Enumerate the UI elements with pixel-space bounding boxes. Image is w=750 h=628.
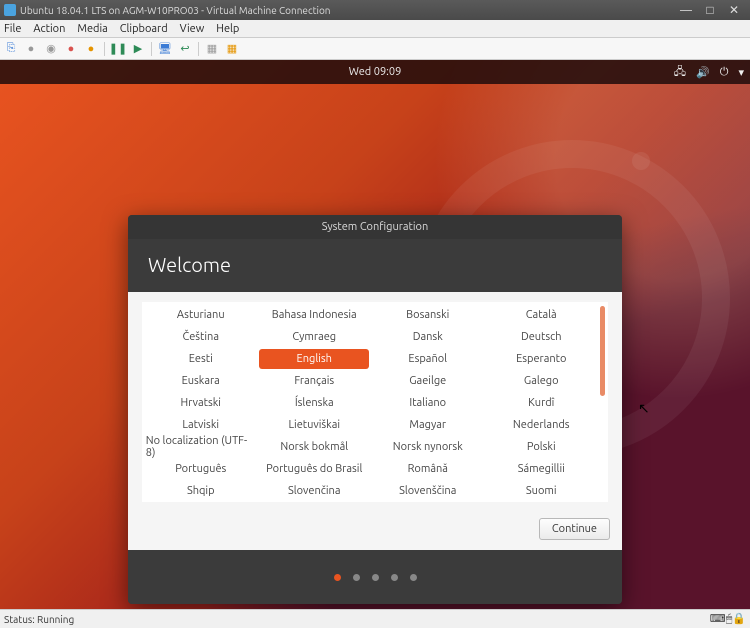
ctrl-alt-del-icon[interactable]: ⎘ bbox=[4, 42, 18, 56]
language-option[interactable]: Asturianu bbox=[146, 305, 256, 325]
language-option[interactable]: Català bbox=[486, 305, 596, 325]
volume-icon[interactable]: 🔊 bbox=[696, 66, 710, 79]
lock-icon: 🔒 bbox=[732, 613, 746, 625]
language-option[interactable]: Íslenska bbox=[259, 393, 369, 413]
close-button[interactable]: ✕ bbox=[722, 3, 746, 17]
stop-icon[interactable]: ● bbox=[64, 42, 78, 56]
maximize-button[interactable]: □ bbox=[698, 3, 722, 17]
language-option[interactable]: Slovenščina bbox=[373, 481, 483, 501]
menu-help[interactable]: Help bbox=[216, 23, 239, 35]
language-option[interactable]: Lietuviškai bbox=[259, 415, 369, 435]
menu-media[interactable]: Media bbox=[77, 23, 107, 35]
language-option[interactable]: Português do Brasil bbox=[259, 459, 369, 479]
language-option[interactable]: Norsk nynorsk bbox=[373, 437, 483, 457]
dialog-heading: Welcome bbox=[128, 239, 622, 292]
menu-view[interactable]: View bbox=[180, 23, 205, 35]
page-dot bbox=[391, 574, 398, 581]
record-off-icon[interactable]: ● bbox=[24, 42, 38, 56]
mouse-cursor: ↖ bbox=[638, 400, 650, 417]
keyboard-icon: ⌨ bbox=[710, 613, 726, 625]
record-icon[interactable]: ◉ bbox=[44, 42, 58, 56]
vm-display: Wed 09:09 🖧 🔊 ⏻ ▾ System Configuration Welc… bbox=[0, 60, 750, 609]
revert-icon[interactable]: ↩ bbox=[178, 42, 192, 56]
checkpoint-icon[interactable]: 🖥 bbox=[158, 42, 172, 56]
page-dot bbox=[334, 574, 341, 581]
language-option[interactable]: Gaeilge bbox=[373, 371, 483, 391]
start-icon[interactable]: ▶ bbox=[131, 42, 145, 56]
statusbar: Status: Running ⌨🖱🔒 bbox=[0, 609, 750, 628]
system-configuration-dialog: System Configuration Welcome AsturianuBa… bbox=[128, 215, 622, 604]
menu-action[interactable]: Action bbox=[33, 23, 65, 35]
language-option[interactable]: Français bbox=[259, 371, 369, 391]
language-option[interactable]: Esperanto bbox=[486, 349, 596, 369]
minimize-button[interactable]: — bbox=[674, 4, 698, 17]
language-option[interactable]: Polski bbox=[486, 437, 596, 457]
window-title: Ubuntu 18.04.1 LTS on AGM-W10PRO03 - Vir… bbox=[20, 5, 331, 16]
page-dot bbox=[353, 574, 360, 581]
language-option[interactable]: Slovenčina bbox=[259, 481, 369, 501]
pause-icon[interactable]: ❚❚ bbox=[111, 42, 125, 56]
menu-chevron-icon[interactable]: ▾ bbox=[738, 66, 744, 79]
language-option[interactable]: Português bbox=[146, 459, 256, 479]
page-dot bbox=[372, 574, 379, 581]
language-option[interactable]: Kurdî bbox=[486, 393, 596, 413]
language-option[interactable]: Español bbox=[373, 349, 483, 369]
power-icon[interactable]: ⏻ bbox=[720, 66, 729, 79]
language-option[interactable]: Bosanski bbox=[373, 305, 483, 325]
language-option[interactable]: Suomi bbox=[486, 481, 596, 501]
language-option[interactable]: Bahasa Indonesia bbox=[259, 305, 369, 325]
toolbar: ⎘ ● ◉ ● ● ❚❚ ▶ 🖥 ↩ ▦ ▦ bbox=[0, 38, 750, 60]
language-option[interactable]: Deutsch bbox=[486, 327, 596, 347]
language-option[interactable]: Galego bbox=[486, 371, 596, 391]
language-option[interactable]: Magyar bbox=[373, 415, 483, 435]
share-icon[interactable]: ▦ bbox=[225, 42, 239, 56]
dialog-body: AsturianuBahasa IndonesiaBosanskiCatalà Č… bbox=[128, 292, 622, 550]
menu-clipboard[interactable]: Clipboard bbox=[120, 23, 168, 35]
page-dot bbox=[410, 574, 417, 581]
language-option[interactable]: Čeština bbox=[146, 327, 256, 347]
language-option[interactable]: Dansk bbox=[373, 327, 483, 347]
language-option[interactable]: Italiano bbox=[373, 393, 483, 413]
enhanced-icon[interactable]: ▦ bbox=[205, 42, 219, 56]
language-option[interactable]: Norsk bokmål bbox=[259, 437, 369, 457]
dialog-title: System Configuration bbox=[322, 221, 429, 233]
top-panel: Wed 09:09 🖧 🔊 ⏻ ▾ bbox=[0, 60, 750, 84]
window-titlebar: Ubuntu 18.04.1 LTS on AGM-W10PRO03 - Vir… bbox=[0, 0, 750, 20]
language-option[interactable]: Shqip bbox=[146, 481, 256, 501]
language-list[interactable]: AsturianuBahasa IndonesiaBosanskiCatalà Č… bbox=[142, 302, 608, 502]
language-option[interactable]: Hrvatski bbox=[146, 393, 256, 413]
menubar: File Action Media Clipboard View Help bbox=[0, 20, 750, 38]
language-option[interactable]: Sámegillii bbox=[486, 459, 596, 479]
shutdown-icon[interactable]: ● bbox=[84, 42, 98, 56]
scrollbar[interactable] bbox=[598, 304, 606, 500]
language-option[interactable]: English bbox=[259, 349, 369, 369]
language-option[interactable]: Română bbox=[373, 459, 483, 479]
language-option[interactable]: No localization (UTF-8) bbox=[146, 437, 256, 457]
continue-button[interactable]: Continue bbox=[539, 518, 610, 540]
language-option[interactable]: Eesti bbox=[146, 349, 256, 369]
scrollbar-thumb[interactable] bbox=[600, 306, 605, 396]
panel-clock[interactable]: Wed 09:09 bbox=[349, 66, 402, 78]
network-icon[interactable]: 🖧 bbox=[674, 63, 686, 82]
page-indicator bbox=[128, 550, 622, 604]
dialog-titlebar: System Configuration bbox=[128, 215, 622, 239]
language-option[interactable]: Nederlands bbox=[486, 415, 596, 435]
language-option[interactable]: Euskara bbox=[146, 371, 256, 391]
menu-file[interactable]: File bbox=[4, 23, 21, 35]
status-text: Status: Running bbox=[4, 614, 74, 625]
language-option[interactable]: Latviski bbox=[146, 415, 256, 435]
app-icon bbox=[4, 4, 16, 16]
language-option[interactable]: Cymraeg bbox=[259, 327, 369, 347]
